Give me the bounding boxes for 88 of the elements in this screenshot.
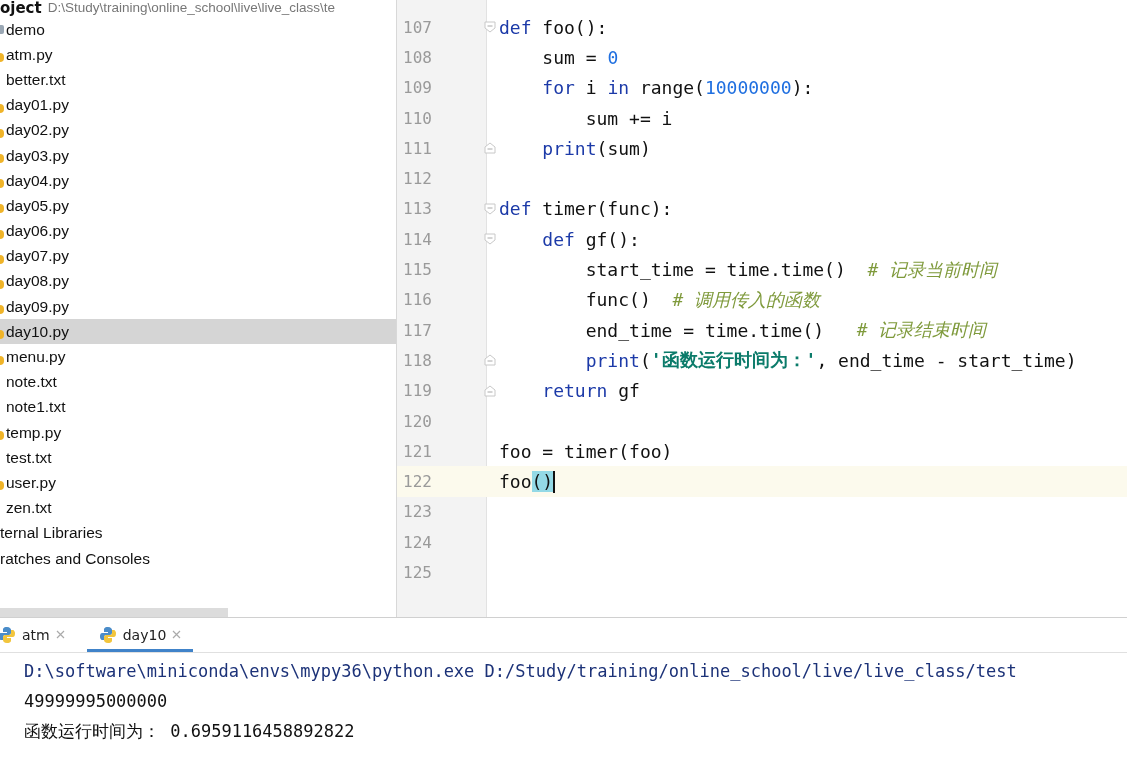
console-line: D:\software\miniconda\envs\mypy36\python.exe D:/Study/training/online_school/live/live_class/test — [24, 660, 1018, 683]
tree-item[interactable]: menu.py — [0, 344, 396, 370]
tree-item[interactable]: day01.py — [0, 92, 396, 118]
tree-item[interactable]: day09.py — [0, 294, 396, 320]
file-icon — [0, 53, 4, 63]
tree-item[interactable]: user.py — [0, 470, 396, 496]
code-line: def timer(func): — [499, 198, 673, 220]
line-number: 125 — [402, 563, 433, 582]
file-icon — [0, 355, 4, 365]
folder-icon — [0, 25, 4, 35]
code-line: end_time = time.time() # 记录结束时间 — [584, 318, 987, 343]
close-icon[interactable] — [55, 630, 65, 639]
code-line: start_time = time.time() # 记录当前时间 — [584, 257, 998, 282]
code-line: func() # 调用传入的函数 — [584, 287, 821, 312]
line-number: 122 — [402, 472, 433, 492]
tree-item[interactable]: ternal Libraries — [0, 520, 396, 546]
python-icon — [98, 625, 117, 644]
tree-item[interactable]: test.txt — [0, 445, 396, 471]
file-icon — [0, 305, 4, 315]
line-number: 123 — [402, 502, 433, 522]
tree-item[interactable]: day10.py — [0, 319, 396, 345]
line-number: 118 — [402, 350, 433, 370]
file-icon — [0, 154, 4, 164]
fold-marker-icon[interactable] — [484, 21, 496, 34]
code-line: print(sum) — [541, 137, 651, 159]
tree-item[interactable]: day04.py — [0, 168, 396, 194]
line-number: 124 — [402, 532, 433, 552]
file-icon — [0, 330, 4, 340]
line-number: 117 — [402, 320, 433, 340]
tree-item[interactable]: day08.py — [0, 268, 396, 295]
tree-item[interactable]: day02.py — [0, 117, 396, 143]
run-tab[interactable]: day10 — [86, 620, 194, 652]
fold-marker-icon[interactable] — [484, 354, 496, 367]
line-number: 120 — [402, 411, 433, 431]
tree-item[interactable]: demo — [0, 17, 396, 43]
tree-item[interactable]: better.txt — [0, 67, 396, 93]
close-icon[interactable] — [172, 630, 182, 639]
console-line: 函数运行时间为： 0.6959116458892822 — [24, 720, 356, 743]
fold-marker-icon[interactable] — [484, 142, 496, 155]
code-line: sum = 0 — [541, 46, 619, 68]
code-line: def gf(): — [541, 228, 640, 250]
line-number: 116 — [402, 290, 433, 310]
line-number: 113 — [402, 199, 433, 219]
file-icon — [0, 128, 4, 138]
code-line: foo = timer(foo) — [499, 440, 673, 462]
line-number: 114 — [402, 229, 433, 249]
scrollbar-thumb[interactable] — [0, 608, 228, 617]
file-icon — [0, 481, 4, 491]
python-icon — [0, 625, 16, 644]
code-line: print('函数运行时间为：', end_time - start_time) — [584, 348, 1077, 373]
line-number: 115 — [402, 260, 433, 279]
file-icon — [0, 431, 4, 441]
line-number: 112 — [402, 169, 433, 189]
tree-item[interactable]: ratches and Consoles — [0, 545, 396, 572]
line-number: 121 — [402, 441, 433, 461]
console-line: 49999995000000 — [24, 690, 169, 713]
line-number: 110 — [402, 108, 433, 128]
code-line: sum += i — [584, 107, 673, 129]
tree-item[interactable]: atm.py — [0, 42, 396, 68]
file-icon — [0, 103, 4, 113]
line-number: 119 — [402, 381, 433, 401]
fold-marker-icon[interactable] — [484, 202, 496, 215]
code-line: return gf — [541, 380, 640, 402]
tree-item[interactable]: day03.py — [0, 142, 396, 169]
tree-item[interactable]: note.txt — [0, 369, 396, 395]
file-icon — [0, 229, 4, 239]
tree-item[interactable]: day06.py — [0, 218, 396, 244]
project-path: D:\Study\training\online_school\live\live_class\te — [47, 0, 336, 15]
file-icon — [0, 279, 4, 289]
code-line: for i in range(10000000): — [541, 77, 814, 99]
line-number: 109 — [402, 78, 433, 98]
line-number: 108 — [402, 47, 433, 67]
line-number: 107 — [402, 17, 433, 37]
tree-item[interactable]: day05.py — [0, 193, 396, 219]
tree-item[interactable]: zen.txt — [0, 495, 396, 521]
fold-marker-icon[interactable] — [484, 384, 496, 397]
tree-item[interactable]: day07.py — [0, 243, 396, 269]
tree-item[interactable]: temp.py — [0, 420, 396, 446]
code-line: foo() — [499, 471, 554, 493]
file-icon — [0, 254, 4, 264]
file-icon — [0, 204, 4, 214]
code-line: def foo(): — [499, 16, 608, 38]
fold-marker-icon[interactable] — [484, 233, 496, 246]
file-icon — [0, 179, 4, 189]
tree-item[interactable]: note1.txt — [0, 394, 396, 420]
run-tab[interactable]: atm — [0, 620, 77, 652]
project-title: oject — [0, 0, 42, 17]
line-number: 111 — [402, 138, 433, 158]
